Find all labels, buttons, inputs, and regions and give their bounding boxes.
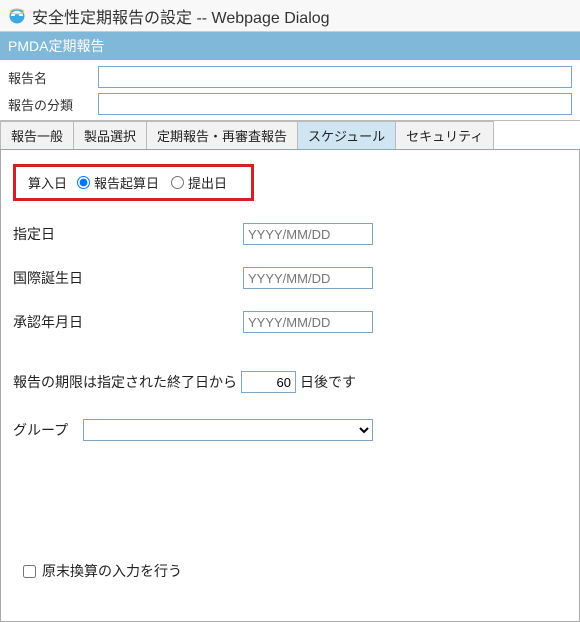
deadline-prefix: 報告の期限は指定された終了日から xyxy=(13,372,237,392)
group-select[interactable] xyxy=(83,419,373,441)
schedule-panel: 算入日 報告起算日 提出日 指定日 国際誕生日 承認年月日 報告の期限は指定され… xyxy=(0,150,580,622)
tab-security[interactable]: セキュリティ xyxy=(396,121,494,149)
group-row: グループ xyxy=(13,419,567,441)
report-class-row: 報告の分類 xyxy=(8,93,572,115)
radio-submission-input[interactable] xyxy=(171,176,184,189)
report-name-label: 報告名 xyxy=(8,68,98,87)
window-title: 安全性定期報告の設定 -- Webpage Dialog xyxy=(32,4,330,28)
approval-date-row: 承認年月日 xyxy=(13,311,567,333)
radio-report-base-input[interactable] xyxy=(77,176,90,189)
deadline-suffix: 日後です xyxy=(300,372,356,392)
calc-date-label: 算入日 xyxy=(28,173,67,192)
radio-submission[interactable]: 提出日 xyxy=(171,173,227,192)
tab-strip: 報告一般 製品選択 定期報告・再審査報告 スケジュール セキュリティ xyxy=(0,120,580,150)
report-name-row: 報告名 xyxy=(8,66,572,88)
tab-general[interactable]: 報告一般 xyxy=(0,121,74,149)
rawcalc-row: 原末換算の入力を行う xyxy=(13,561,567,581)
top-form: 報告名 報告の分類 xyxy=(0,60,580,115)
radio-submission-label: 提出日 xyxy=(188,173,227,192)
dialog-window: 安全性定期報告の設定 -- Webpage Dialog PMDA定期報告 報告… xyxy=(0,0,580,622)
deadline-days-input[interactable] xyxy=(241,371,296,393)
approval-date-input[interactable] xyxy=(243,311,373,333)
tab-product[interactable]: 製品選択 xyxy=(74,121,147,149)
ie-icon xyxy=(8,7,26,25)
approval-date-label: 承認年月日 xyxy=(13,312,243,332)
intl-birthday-input[interactable] xyxy=(243,267,373,289)
radio-report-base[interactable]: 報告起算日 xyxy=(77,173,159,192)
tab-periodic[interactable]: 定期報告・再審査報告 xyxy=(147,121,298,149)
rawcalc-label: 原末換算の入力を行う xyxy=(42,561,182,581)
group-label: グループ xyxy=(13,420,83,440)
section-header: PMDA定期報告 xyxy=(0,32,580,60)
specified-date-label: 指定日 xyxy=(13,224,243,244)
report-class-label: 報告の分類 xyxy=(8,95,98,114)
calc-date-group: 算入日 報告起算日 提出日 xyxy=(13,164,254,201)
deadline-row: 報告の期限は指定された終了日から 日後です xyxy=(13,371,567,393)
specified-date-input[interactable] xyxy=(243,223,373,245)
intl-birthday-label: 国際誕生日 xyxy=(13,268,243,288)
rawcalc-checkbox[interactable] xyxy=(23,565,36,578)
report-class-input[interactable] xyxy=(98,93,572,115)
intl-birthday-row: 国際誕生日 xyxy=(13,267,567,289)
specified-date-row: 指定日 xyxy=(13,223,567,245)
report-name-input[interactable] xyxy=(98,66,572,88)
tab-schedule[interactable]: スケジュール xyxy=(298,121,396,149)
radio-report-base-label: 報告起算日 xyxy=(94,173,159,192)
titlebar: 安全性定期報告の設定 -- Webpage Dialog xyxy=(0,0,580,32)
